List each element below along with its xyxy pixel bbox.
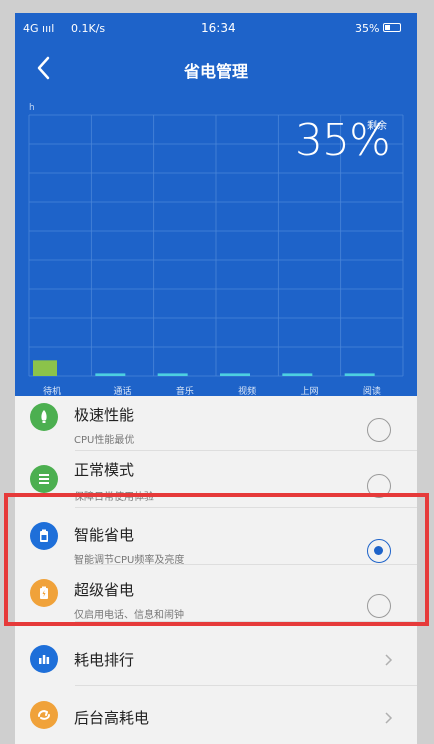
link-title: 耗电排行	[74, 651, 135, 669]
chart-bar	[220, 373, 250, 376]
mode-radio[interactable]	[367, 594, 391, 618]
battery-icon	[30, 522, 58, 550]
mode-item-smart-save[interactable]: 智能省电 智能调节CPU频率及亮度	[15, 508, 417, 566]
chart-bar	[282, 373, 313, 376]
mode-radio[interactable]	[367, 474, 391, 498]
mode-subtitle: 保障日常使用体验	[74, 492, 154, 503]
mode-title: 智能省电	[74, 526, 135, 544]
network-indicator: 4G ıııl	[23, 22, 55, 35]
mode-title: 极速性能	[74, 406, 135, 424]
battery-icon	[383, 23, 401, 32]
link-power-ranking[interactable]: 耗电排行	[15, 630, 417, 686]
phone-frame: 4G ıııl 0.1K/s 16:34 35% 省电管理 h 35% 剩余 待…	[0, 0, 434, 744]
chevron-right-icon	[381, 710, 395, 724]
refresh-icon	[30, 701, 58, 729]
mode-subtitle: CPU性能最优	[74, 435, 135, 446]
battery-remaining-label: 剩余	[367, 121, 387, 132]
network-speed: 0.1K/s	[71, 22, 106, 35]
screen: 4G ıııl 0.1K/s 16:34 35% 省电管理 h 35% 剩余 待…	[15, 13, 417, 744]
mode-subtitle: 仅启用电话、信息和闹钟	[74, 610, 184, 621]
mode-radio[interactable]	[367, 418, 391, 442]
battery-percent: 35%	[355, 22, 380, 35]
power-save-icon	[30, 579, 58, 607]
mode-item-performance[interactable]: 极速性能 CPU性能最优	[15, 396, 417, 451]
chart-bar	[344, 373, 375, 376]
mode-item-normal[interactable]: 正常模式 保障日常使用体验	[15, 451, 417, 508]
list-icon	[30, 465, 58, 493]
page-title: 省电管理	[183, 62, 248, 81]
chart-bar	[95, 373, 126, 376]
status-bar: 4G ıııl 0.1K/s 16:34 35%	[15, 13, 417, 43]
mode-radio-selected[interactable]	[367, 539, 391, 563]
mode-title: 正常模式	[74, 461, 135, 479]
chart-bar	[33, 360, 57, 376]
chart-bar	[157, 373, 188, 376]
link-title: 后台高耗电	[74, 709, 150, 727]
clock: 16:34	[201, 21, 236, 35]
bar-chart-icon	[30, 645, 58, 673]
app-header: 省电管理	[15, 43, 417, 93]
mode-title: 超级省电	[74, 581, 135, 599]
chevron-right-icon	[381, 652, 395, 666]
link-background-drain[interactable]: 后台高耗电	[15, 686, 417, 744]
mode-item-super-save[interactable]: 超级省电 仅启用电话、信息和闹钟	[15, 565, 417, 622]
chart-y-unit: h	[29, 103, 35, 113]
rocket-icon	[30, 403, 58, 431]
battery-chart: h 35% 剩余 待机 通话 音乐 视频 上网 阅读	[15, 93, 417, 397]
